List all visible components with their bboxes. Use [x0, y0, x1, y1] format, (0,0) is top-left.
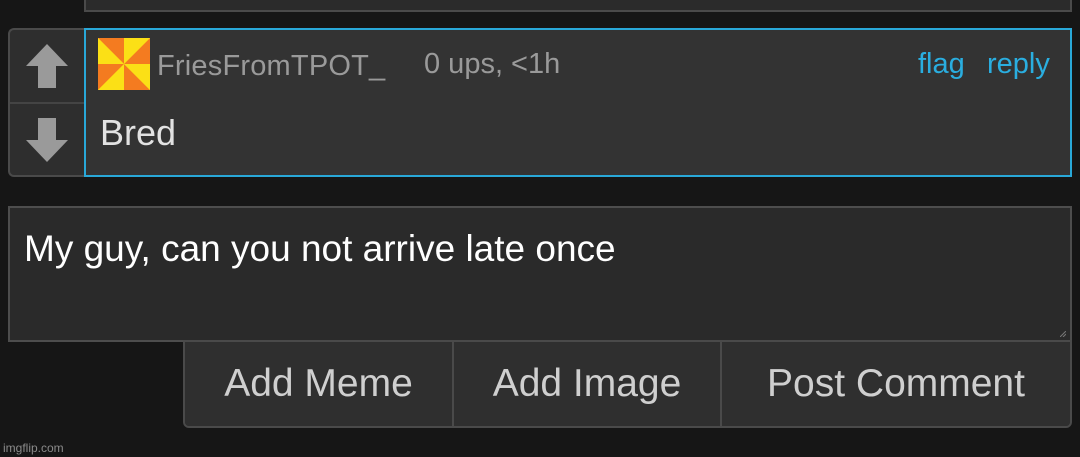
flag-link[interactable]: flag — [918, 48, 965, 81]
comment-card: FriesFromTPOT_ 0 ups, <1h flag reply Bre… — [84, 28, 1072, 177]
comment-text: Bred — [100, 112, 177, 153]
resize-grip-icon[interactable] — [1060, 331, 1066, 337]
comment-meta: 0 ups, <1h — [424, 48, 561, 80]
comment-input[interactable]: My guy, can you not arrive late once — [8, 206, 1072, 342]
pinwheel-avatar-icon — [98, 38, 150, 90]
comment-thread: FriesFromTPOT_ 0 ups, <1h flag reply Bre… — [0, 0, 1080, 457]
comment-username[interactable]: FriesFromTPOT_ — [157, 50, 385, 83]
comment-input-value: My guy, can you not arrive late once — [24, 228, 616, 269]
add-meme-button[interactable]: Add Meme — [185, 342, 454, 426]
upvote-button[interactable] — [10, 30, 84, 102]
down-arrow-icon — [26, 118, 68, 162]
downvote-button[interactable] — [10, 104, 84, 176]
comment-actions: Add Meme Add Image Post Comment — [183, 340, 1072, 428]
avatar[interactable] — [98, 38, 150, 90]
previous-comment-box — [84, 0, 1072, 12]
up-arrow-icon — [26, 44, 68, 88]
add-image-button[interactable]: Add Image — [454, 342, 722, 426]
imgflip-watermark: imgflip.com — [3, 441, 64, 455]
post-comment-button[interactable]: Post Comment — [722, 342, 1070, 426]
vote-column — [8, 28, 84, 177]
reply-link[interactable]: reply — [987, 48, 1050, 81]
